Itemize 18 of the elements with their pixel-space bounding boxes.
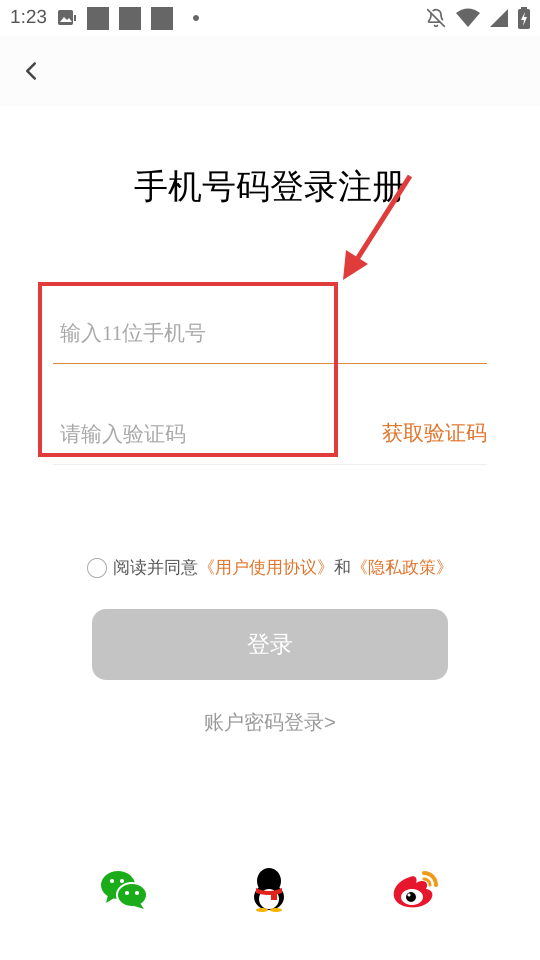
agree-checkbox[interactable]: [87, 558, 107, 578]
wifi-icon: [456, 8, 480, 28]
chat-bubbles-icon[interactable]: [100, 868, 148, 908]
get-code-button[interactable]: 获取验证码: [382, 414, 487, 454]
battery-icon: [518, 7, 530, 29]
agreement-link[interactable]: 《用户使用协议》: [198, 558, 334, 577]
agreement-link[interactable]: 《隐私政策》: [351, 558, 453, 577]
password-login-link[interactable]: 账户密码登录>: [204, 708, 336, 738]
status-time: 1:23: [10, 6, 47, 30]
notification-icon: [118, 6, 141, 30]
bell-off-icon: [426, 8, 446, 28]
phone-field[interactable]: 输入11位手机号: [53, 304, 487, 364]
code-field[interactable]: 请输入验证码: [53, 414, 382, 454]
signal-icon: [490, 9, 508, 27]
image-icon: [56, 9, 77, 27]
notification-icon: [150, 6, 173, 30]
agreement-text: 阅读并同意《用户使用协议》和《隐私政策》: [113, 557, 453, 579]
notification-icon: [86, 6, 109, 30]
